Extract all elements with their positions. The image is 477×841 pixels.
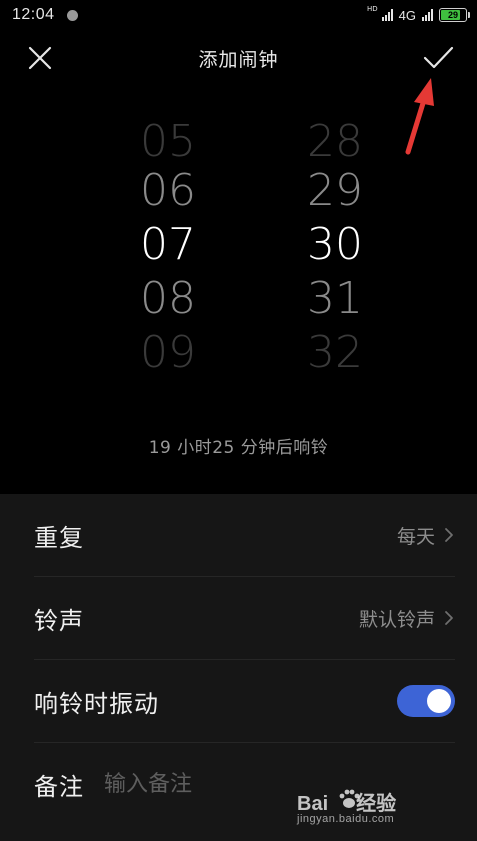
hour-option[interactable]: 06 [108, 164, 228, 218]
hd-label: HD [367, 4, 378, 13]
close-icon[interactable] [26, 44, 54, 72]
watermark-url: jingyan.baidu.com [297, 813, 395, 825]
note-label: 备注 [34, 773, 84, 801]
vibrate-toggle[interactable] [397, 685, 455, 717]
vibrate-label: 响铃时振动 [34, 689, 159, 718]
time-picker[interactable]: 05 06 07 08 09 28 29 30 31 32 [0, 120, 477, 400]
signal-icon-2 [422, 9, 433, 21]
hour-wheel[interactable]: 05 06 07 08 09 [108, 120, 228, 380]
minute-selected[interactable]: 30 [275, 218, 395, 272]
ringtone-value-text: 默认铃声 [358, 608, 435, 631]
repeat-value: 每天 [397, 522, 455, 549]
minute-wheel[interactable]: 28 29 30 31 32 [275, 120, 395, 380]
repeat-row[interactable]: 重复 每天 [34, 494, 455, 577]
battery-level: 29 [447, 10, 458, 20]
paw-icon [339, 789, 360, 808]
vibrate-row: 响铃时振动 [34, 660, 455, 743]
hour-selected[interactable]: 07 [108, 218, 228, 272]
status-time: 12:04 [12, 6, 55, 23]
hour-option[interactable]: 08 [108, 272, 228, 326]
status-indicators: HD 4G 29 [367, 4, 470, 23]
ringtone-value: 默认铃声 [359, 605, 455, 632]
status-bar: 12:04 HD 4G 29 [0, 0, 477, 30]
ringtone-label: 铃声 [34, 606, 84, 635]
minute-option[interactable]: 29 [275, 164, 395, 218]
signal-icon [381, 9, 393, 21]
repeat-value-text: 每天 [396, 525, 435, 548]
network-type: 4G [398, 7, 416, 23]
chevron-right-icon [445, 528, 453, 542]
hour-option[interactable]: 09 [108, 326, 228, 380]
chevron-right-icon [445, 611, 453, 625]
hour-option[interactable]: 05 [108, 120, 228, 164]
repeat-label: 重复 [34, 523, 84, 552]
minute-option[interactable]: 31 [275, 272, 395, 326]
battery-icon: 29 [439, 8, 470, 22]
ring-countdown-text: 19 小时25 分钟后响铃 [148, 438, 329, 458]
baidu-watermark: Bai 经验 jingyan.baidu.com [297, 787, 447, 829]
confirm-check-icon[interactable] [421, 42, 455, 72]
minute-option[interactable]: 32 [275, 326, 395, 380]
minute-option[interactable]: 28 [275, 120, 395, 164]
toggle-knob [427, 689, 451, 713]
page-title: 添加闹钟 [198, 48, 279, 71]
ringtone-row[interactable]: 铃声 默认铃声 [34, 577, 455, 660]
notification-dot-icon [66, 9, 78, 21]
